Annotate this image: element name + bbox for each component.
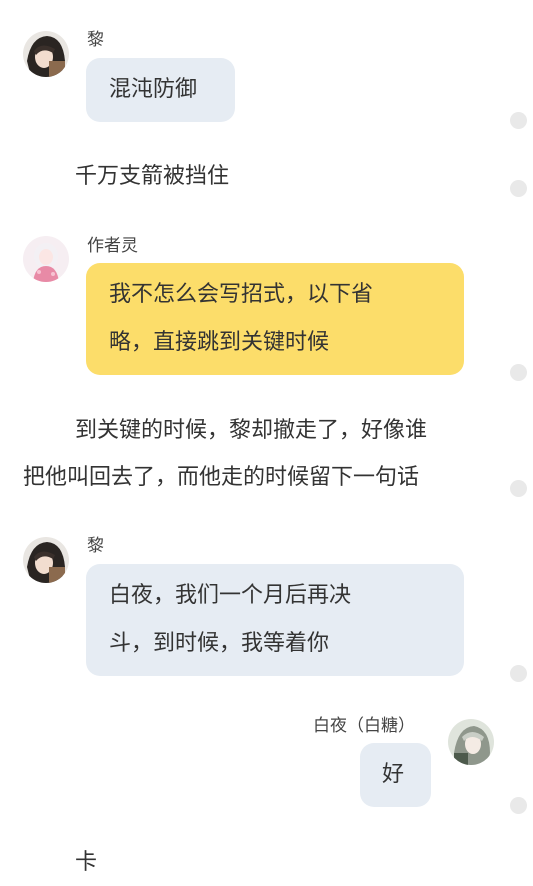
message-text-line: 略，直接跳到关键时候 xyxy=(109,330,330,355)
message-text-line: 斗，到时候，我等着你 xyxy=(109,631,330,656)
avatar-baiye[interactable] xyxy=(448,719,494,765)
narration-text: 卡 xyxy=(75,850,98,875)
avatar-li[interactable] xyxy=(23,31,69,77)
sender-name: 黎 xyxy=(87,536,104,556)
message-status-dot[interactable] xyxy=(510,797,527,814)
message-bubble[interactable]: 白夜，我们一个月后再决 斗，到时候，我等着你 xyxy=(86,564,464,676)
message-text-line: 我不怎么会写招式，以下省 xyxy=(109,282,374,307)
avatar-author[interactable] xyxy=(23,236,69,282)
sender-name: 黎 xyxy=(87,30,104,50)
message-status-dot[interactable] xyxy=(510,665,527,682)
message-bubble[interactable]: 好 xyxy=(360,743,431,807)
message-text: 混沌防御 xyxy=(109,77,198,102)
sender-name: 作者灵 xyxy=(87,236,138,256)
message-text-line: 白夜，我们一个月后再决 xyxy=(109,583,352,608)
message-status-dot[interactable] xyxy=(510,364,527,381)
narration-text: 到关键的时候，黎却撤走了，好像谁 xyxy=(75,418,428,443)
message-status-dot[interactable] xyxy=(510,480,527,497)
message-text: 好 xyxy=(382,762,405,787)
message-status-dot[interactable] xyxy=(510,180,527,197)
narration-text: 把他叫回去了，而他走的时候留下一句话 xyxy=(23,465,420,490)
narration-text: 千万支箭被挡住 xyxy=(75,164,230,189)
sender-name: 白夜（白糖） xyxy=(313,716,415,736)
message-bubble[interactable]: 我不怎么会写招式，以下省 略，直接跳到关键时候 xyxy=(86,263,464,375)
message-bubble[interactable]: 混沌防御 xyxy=(86,58,235,122)
message-status-dot[interactable] xyxy=(510,112,527,129)
avatar-li[interactable] xyxy=(23,537,69,583)
